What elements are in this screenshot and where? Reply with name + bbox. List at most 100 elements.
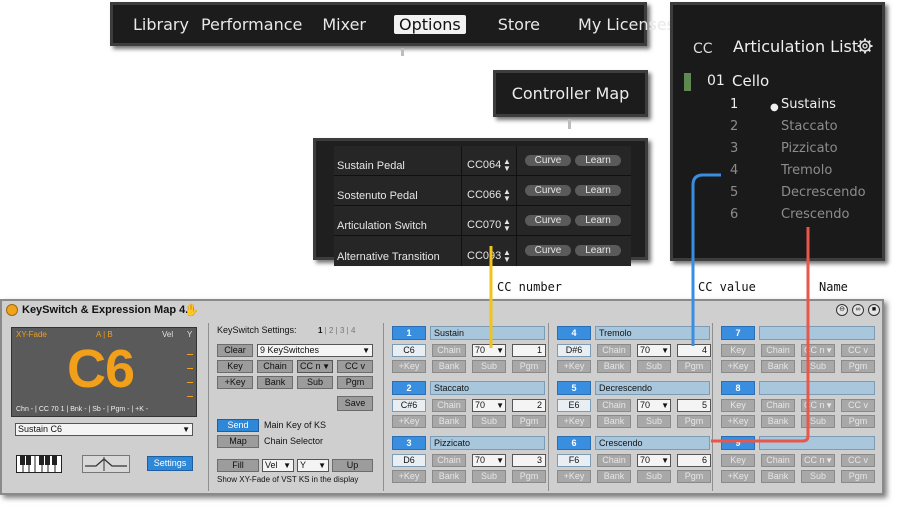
- plus-key-button[interactable]: +Key: [392, 360, 426, 373]
- page-4[interactable]: 4: [351, 326, 355, 335]
- slot-name-field[interactable]: [759, 381, 875, 395]
- bank-button[interactable]: Bank: [761, 470, 795, 483]
- chain-button[interactable]: Chain: [597, 399, 631, 412]
- slot-name-field[interactable]: [759, 436, 875, 450]
- keyboard-icon[interactable]: [16, 455, 62, 478]
- nav-mixer[interactable]: Mixer: [316, 15, 372, 34]
- bank-button[interactable]: Bank: [597, 415, 631, 428]
- slot-note-field[interactable]: C#6: [392, 399, 426, 412]
- cc-stepper-icon[interactable]: ▲ ▼: [503, 188, 511, 203]
- sub-button[interactable]: Sub: [472, 415, 506, 428]
- cc-number-select[interactable]: 70 ▼: [637, 344, 671, 357]
- bank-button[interactable]: Bank: [432, 415, 466, 428]
- articulation-item[interactable]: Crescendo: [781, 207, 850, 222]
- slot-name-field[interactable]: Staccato: [430, 381, 545, 395]
- slot-note-field[interactable]: D#6: [557, 344, 591, 357]
- chain-button[interactable]: Chain: [597, 454, 631, 467]
- sub-button[interactable]: Sub: [472, 360, 506, 373]
- cc-number-select[interactable]: CC n ▼: [801, 399, 835, 412]
- pgm-button[interactable]: Pgm: [677, 415, 711, 428]
- cc-row-number[interactable]: CC070: [467, 219, 501, 231]
- slot-note-field[interactable]: D6: [392, 454, 426, 467]
- pgm-button[interactable]: Pgm: [512, 415, 546, 428]
- pgm-button[interactable]: Pgm: [677, 360, 711, 373]
- slot-name-field[interactable]: Tremolo: [595, 326, 710, 340]
- clear-button[interactable]: Clear: [217, 344, 253, 357]
- map-button[interactable]: Map: [217, 435, 259, 448]
- nav-library[interactable]: Library: [127, 15, 195, 34]
- cc-value-field[interactable]: 5: [677, 399, 711, 412]
- curve-button[interactable]: Curve: [525, 155, 571, 166]
- save-button[interactable]: Save: [337, 396, 373, 411]
- nav-store[interactable]: Store: [492, 15, 546, 34]
- cc-value-field[interactable]: 2: [512, 399, 546, 412]
- slot-name-field[interactable]: Sustain: [430, 326, 545, 340]
- sub-button[interactable]: Sub: [801, 470, 835, 483]
- key-button[interactable]: Key: [217, 360, 253, 373]
- learn-button[interactable]: Learn: [575, 245, 621, 256]
- gear-icon[interactable]: [857, 38, 873, 58]
- chain-button[interactable]: Chain: [432, 454, 466, 467]
- plus-key-button[interactable]: +Key: [557, 360, 591, 373]
- cc-number-select[interactable]: CC n ▼: [297, 360, 333, 373]
- cc-stepper-icon[interactable]: ▲ ▼: [503, 249, 511, 264]
- cc-stepper-icon[interactable]: ▲ ▼: [503, 218, 511, 233]
- cc-number-select[interactable]: CC n ▼: [801, 454, 835, 467]
- chain-button[interactable]: Chain: [257, 360, 293, 373]
- sub-button[interactable]: Sub: [801, 415, 835, 428]
- bank-button[interactable]: Bank: [761, 415, 795, 428]
- slot-name-field[interactable]: Crescendo: [595, 436, 710, 450]
- page-2[interactable]: 2: [329, 326, 333, 335]
- bank-button[interactable]: Bank: [432, 360, 466, 373]
- slot-note-field[interactable]: Key: [721, 344, 755, 357]
- page-3[interactable]: 3: [340, 326, 344, 335]
- nav-performance[interactable]: Performance: [195, 15, 308, 34]
- slot-number[interactable]: 8: [721, 381, 755, 395]
- nav-my-licenses[interactable]: My Licenses: [572, 15, 681, 34]
- curve-button[interactable]: Curve: [525, 185, 571, 196]
- sub-button[interactable]: Sub: [801, 360, 835, 373]
- plus-key-button[interactable]: +Key: [721, 360, 755, 373]
- slot-number[interactable]: 5: [557, 381, 591, 395]
- power-icon[interactable]: [6, 304, 18, 316]
- chain-button[interactable]: Chain: [761, 344, 795, 357]
- fill-button[interactable]: Fill: [217, 459, 259, 472]
- cc-number-select[interactable]: 70 ▼: [472, 454, 506, 467]
- pgm-button[interactable]: Pgm: [841, 415, 875, 428]
- cc-value-field[interactable]: CC v: [841, 344, 875, 357]
- bank-button[interactable]: Bank: [432, 470, 466, 483]
- learn-button[interactable]: Learn: [575, 185, 621, 196]
- chain-button[interactable]: Chain: [761, 454, 795, 467]
- slot-number[interactable]: 1: [392, 326, 426, 340]
- page-1[interactable]: 1: [318, 326, 322, 335]
- cc-value-field[interactable]: 4: [677, 344, 711, 357]
- pgm-button[interactable]: Pgm: [512, 470, 546, 483]
- articulation-item[interactable]: Pizzicato: [781, 141, 838, 156]
- up-button[interactable]: Up: [332, 459, 373, 472]
- slot-number[interactable]: 6: [557, 436, 591, 450]
- cc-value-field[interactable]: 1: [512, 344, 546, 357]
- cc-number-select[interactable]: 70 ▼: [637, 399, 671, 412]
- cc-stepper-icon[interactable]: ▲ ▼: [503, 158, 511, 173]
- slot-number[interactable]: 2: [392, 381, 426, 395]
- curve-icon[interactable]: [82, 455, 130, 478]
- controller-map-button[interactable]: Controller Map: [493, 70, 648, 117]
- slot-note-field[interactable]: Key: [721, 454, 755, 467]
- plus-key-button[interactable]: +Key: [721, 415, 755, 428]
- cc-value-button[interactable]: CC v: [337, 360, 373, 373]
- send-button[interactable]: Send: [217, 419, 259, 432]
- y-select[interactable]: Y ▼: [297, 459, 329, 472]
- curve-button[interactable]: Curve: [525, 245, 571, 256]
- articulation-item[interactable]: Tremolo: [781, 163, 832, 178]
- cc-row-number[interactable]: CC093: [467, 250, 501, 262]
- slot-number[interactable]: 9: [721, 436, 755, 450]
- learn-button[interactable]: Learn: [575, 155, 621, 166]
- bank-button[interactable]: Bank: [761, 360, 795, 373]
- plus-key-button[interactable]: +Key: [557, 415, 591, 428]
- sub-button[interactable]: Sub: [297, 376, 333, 389]
- slot-number[interactable]: 7: [721, 326, 755, 340]
- slot-name-field[interactable]: [759, 326, 875, 340]
- cc-number-select[interactable]: 70 ▼: [637, 454, 671, 467]
- minimize-icon[interactable]: ⊖: [836, 304, 848, 316]
- preset-select[interactable]: Sustain C6 ▼: [15, 423, 193, 436]
